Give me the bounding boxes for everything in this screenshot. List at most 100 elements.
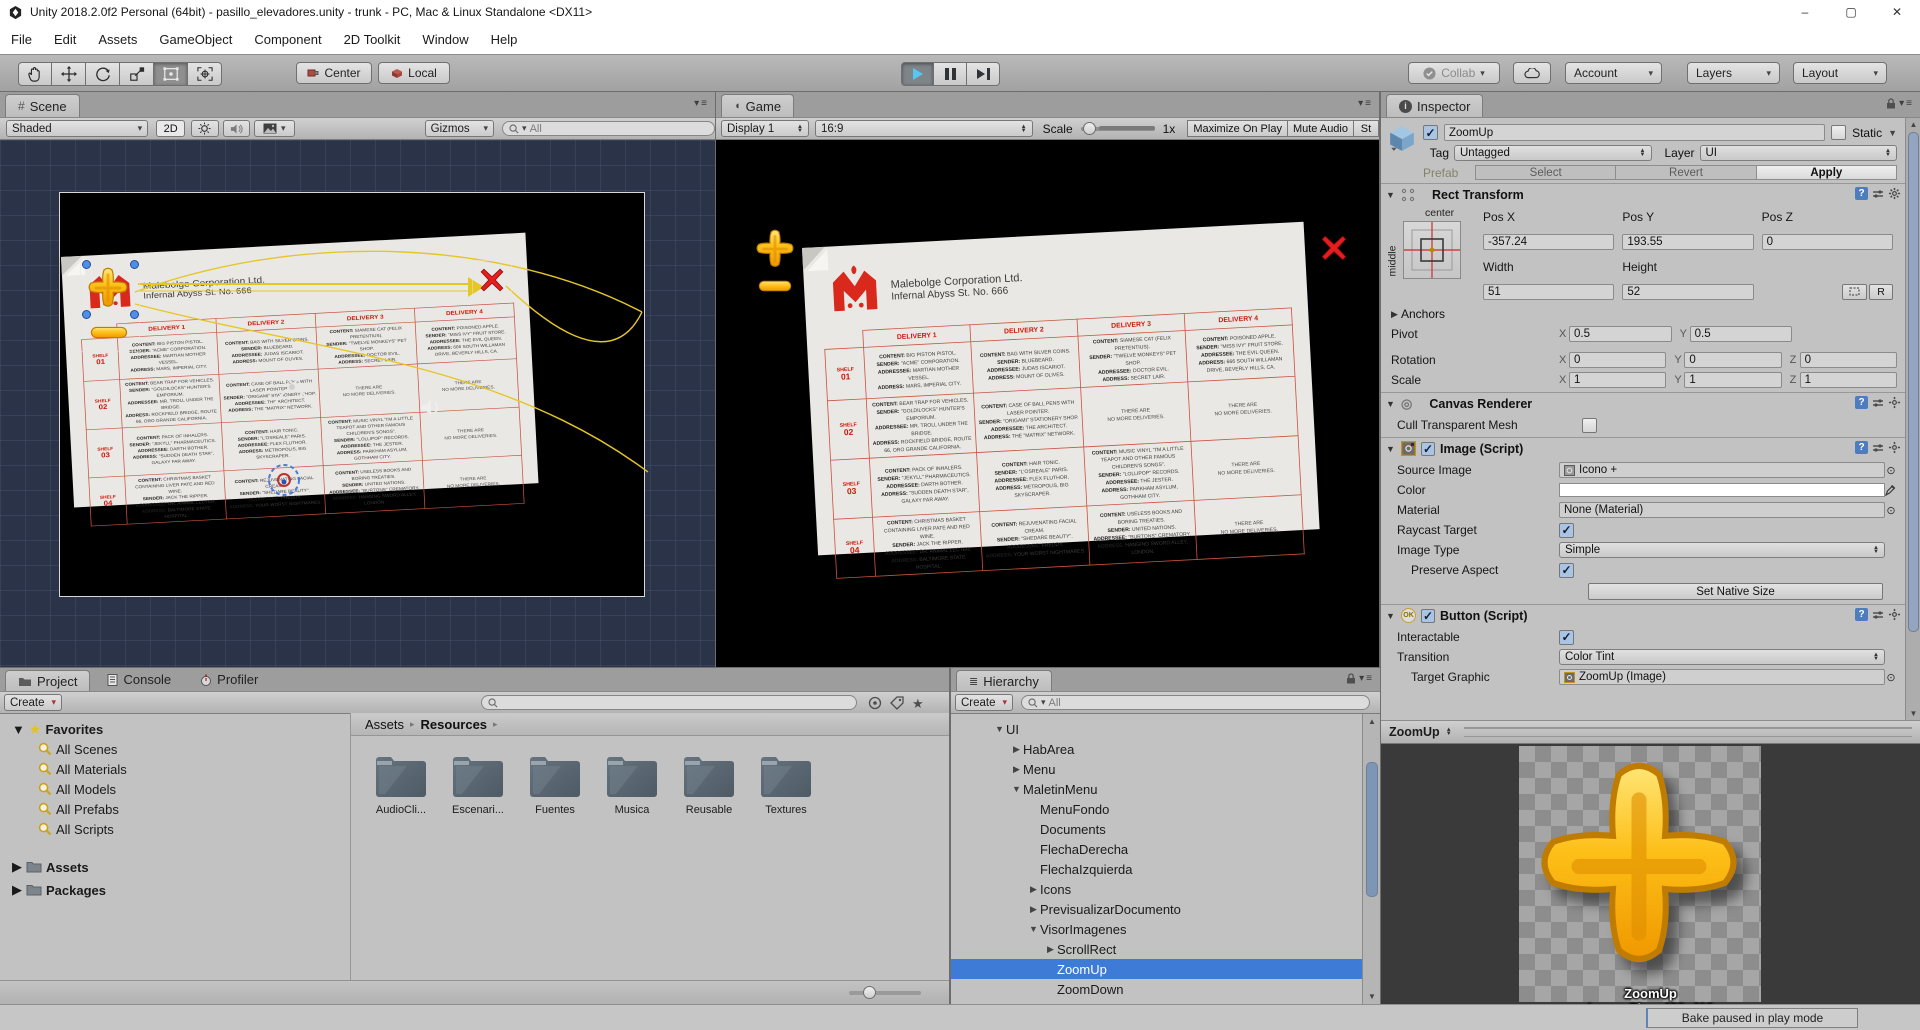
material-field[interactable]: None (Material) xyxy=(1559,502,1885,518)
scene-lighting-toggle[interactable] xyxy=(191,120,218,137)
layer-dropdown[interactable]: UI▲▼ xyxy=(1700,145,1898,161)
static-checkbox[interactable] xyxy=(1831,125,1846,140)
gizmos-dropdown[interactable]: Gizmos▾ xyxy=(425,120,494,137)
static-dropdown-arrow[interactable]: ▼ xyxy=(1888,128,1897,138)
image-type-dropdown[interactable]: Simple▲▼ xyxy=(1559,542,1885,558)
foldout-arrow[interactable]: ▶ xyxy=(12,882,22,898)
scene-viewport[interactable]: Malebolge Corporation Ltd.Infernal Abyss… xyxy=(0,140,715,667)
scene-audio-gizmo-icon[interactable] xyxy=(420,398,442,418)
move-tool-button[interactable] xyxy=(52,62,86,86)
scene-search-input[interactable]: ▾All xyxy=(502,121,715,136)
tab-inspector[interactable]: i Inspector xyxy=(1386,94,1483,117)
thumbnail-slider-knob[interactable] xyxy=(863,986,876,999)
tab-console[interactable]: Console xyxy=(95,668,183,691)
gear-icon[interactable] xyxy=(1888,187,1901,200)
scale-slider-knob[interactable] xyxy=(1083,122,1096,135)
menu-item-window[interactable]: Window xyxy=(411,24,479,54)
display-dropdown[interactable]: Display 1▲▼ xyxy=(721,120,809,137)
favorite-all-scripts[interactable]: All Scripts xyxy=(0,819,114,839)
prefab-apply-button[interactable]: Apply xyxy=(1757,165,1897,180)
hierarchy-scrollbar-thumb[interactable] xyxy=(1366,762,1378,897)
close-button[interactable]: ✕ xyxy=(1874,0,1920,24)
tab-project[interactable]: Project xyxy=(5,670,90,691)
foldout-arrow[interactable]: ▶ xyxy=(1010,764,1023,775)
foldout-arrow[interactable]: ▶ xyxy=(1044,944,1057,955)
rotation-y-field[interactable]: 0 xyxy=(1684,352,1781,368)
hierarchy-item-maletinmenu[interactable]: ▼MaletinMenu xyxy=(951,779,1362,799)
project-create-button[interactable]: Create▾ xyxy=(4,694,62,711)
rotation-x-field[interactable]: 0 xyxy=(1569,352,1666,368)
height-field[interactable]: 52 xyxy=(1622,284,1753,300)
layers-dropdown[interactable]: Layers▾ xyxy=(1687,62,1780,84)
prefab-select-button[interactable]: Select xyxy=(1475,165,1616,180)
favorite-all-materials[interactable]: All Materials xyxy=(0,759,127,779)
object-picker-icon[interactable]: ⊙ xyxy=(1885,504,1897,517)
favorite-all-prefabs[interactable]: All Prefabs xyxy=(0,799,119,819)
hierarchy-item-ui[interactable]: ▼UI xyxy=(951,719,1362,739)
shading-mode-dropdown[interactable]: Shaded▾ xyxy=(6,120,148,137)
hierarchy-item-visorimagenes[interactable]: ▼VisorImagenes xyxy=(951,919,1362,939)
hierarchy-tab-menu-icon[interactable]: ▾≡ xyxy=(1359,673,1374,684)
object-picker-icon[interactable]: ⊙ xyxy=(1885,464,1897,477)
2d-toggle-button[interactable]: 2D xyxy=(156,120,185,137)
scene-audio-toggle[interactable] xyxy=(223,120,250,137)
project-search-input[interactable] xyxy=(481,695,857,710)
image-enabled-checkbox[interactable] xyxy=(1421,442,1435,456)
pos-z-field[interactable]: 0 xyxy=(1762,234,1893,250)
tab-profiler[interactable]: Profiler xyxy=(188,668,270,691)
color-swatch[interactable] xyxy=(1559,483,1885,497)
gear-icon[interactable] xyxy=(1888,608,1901,621)
rotation-local-button[interactable]: Local xyxy=(378,62,450,84)
pivot-y-field[interactable]: 0.5 xyxy=(1690,326,1793,342)
hierarchy-item-flechaizquierda[interactable]: FlechaIzquierda xyxy=(951,859,1362,879)
rect-tool-button[interactable] xyxy=(154,62,188,86)
hierarchy-item-icons[interactable]: ▶Icons xyxy=(951,879,1362,899)
tab-hierarchy[interactable]: ≣Hierarchy xyxy=(956,670,1052,691)
prefab-revert-button[interactable]: Revert xyxy=(1616,165,1756,180)
hierarchy-search-input[interactable]: ▾All xyxy=(1021,695,1370,710)
breadcrumb-assets[interactable]: Assets xyxy=(365,717,404,732)
asset-folder-musica[interactable]: Musica xyxy=(596,754,668,816)
breadcrumb-resources[interactable]: Resources xyxy=(421,717,487,732)
project-root-assets[interactable]: ▶Assets xyxy=(0,857,89,877)
hierarchy-item-menufondo[interactable]: MenuFondo xyxy=(951,799,1362,819)
hierarchy-item-documents[interactable]: Documents xyxy=(951,819,1362,839)
menu-item-edit[interactable]: Edit xyxy=(43,24,87,54)
foldout-arrow[interactable]: ▼ xyxy=(993,724,1006,734)
rect-handle-bottom-right[interactable] xyxy=(130,310,139,319)
pos-y-field[interactable]: 193.55 xyxy=(1622,234,1753,250)
raycast-target-checkbox[interactable] xyxy=(1559,523,1574,538)
scene-zoomdown-sprite[interactable] xyxy=(90,326,128,339)
game-zoomup-button[interactable] xyxy=(756,228,794,270)
game-zoomdown-button[interactable] xyxy=(758,280,792,292)
preview-drag-handle[interactable] xyxy=(1464,727,1912,737)
help-icon[interactable]: ? xyxy=(1855,608,1868,621)
gear-icon[interactable] xyxy=(1888,441,1901,454)
maximize-on-play-toggle[interactable]: Maximize On Play xyxy=(1187,120,1287,137)
account-dropdown[interactable]: Account▾ xyxy=(1565,62,1662,84)
asset-folder-fuentes[interactable]: Fuentes xyxy=(519,754,591,816)
bake-status-message[interactable]: Bake paused in play mode xyxy=(1646,1008,1858,1028)
presets-icon[interactable] xyxy=(1872,442,1884,454)
cull-transparent-mesh-checkbox[interactable] xyxy=(1582,418,1597,433)
presets-icon[interactable] xyxy=(1872,609,1884,621)
hierarchy-item-previsualizardocumento[interactable]: ▶PrevisualizarDocumento xyxy=(951,899,1362,919)
hierarchy-scrollbar[interactable]: ▲ ▼ xyxy=(1362,714,1380,1004)
collab-button[interactable]: Collab▾ xyxy=(1408,62,1500,84)
foldout-arrow[interactable]: ▼ xyxy=(1027,924,1040,934)
rect-handle-bottom-left[interactable] xyxy=(82,310,91,319)
favorites-star-icon[interactable]: ★ xyxy=(912,696,924,712)
scene-zoomup-sprite[interactable] xyxy=(88,266,128,310)
presets-icon[interactable] xyxy=(1872,397,1884,409)
help-icon[interactable]: ? xyxy=(1855,441,1868,454)
scene-tab-menu-icon[interactable]: ▾≡ xyxy=(694,98,709,109)
button-enabled-checkbox[interactable] xyxy=(1421,609,1435,623)
object-picker-icon[interactable]: ⊙ xyxy=(1885,671,1897,684)
maximize-button[interactable]: ▢ xyxy=(1828,0,1874,24)
menu-item-2d-toolkit[interactable]: 2D Toolkit xyxy=(333,24,412,54)
search-by-type-icon[interactable] xyxy=(868,696,882,710)
game-viewport[interactable]: Malebolge Corporation Ltd.Infernal Abyss… xyxy=(716,140,1379,667)
scene-close-x-sprite[interactable] xyxy=(479,267,505,293)
hierarchy-item-scrollrect[interactable]: ▶ScrollRect xyxy=(951,939,1362,959)
minimize-button[interactable]: – xyxy=(1782,0,1828,24)
